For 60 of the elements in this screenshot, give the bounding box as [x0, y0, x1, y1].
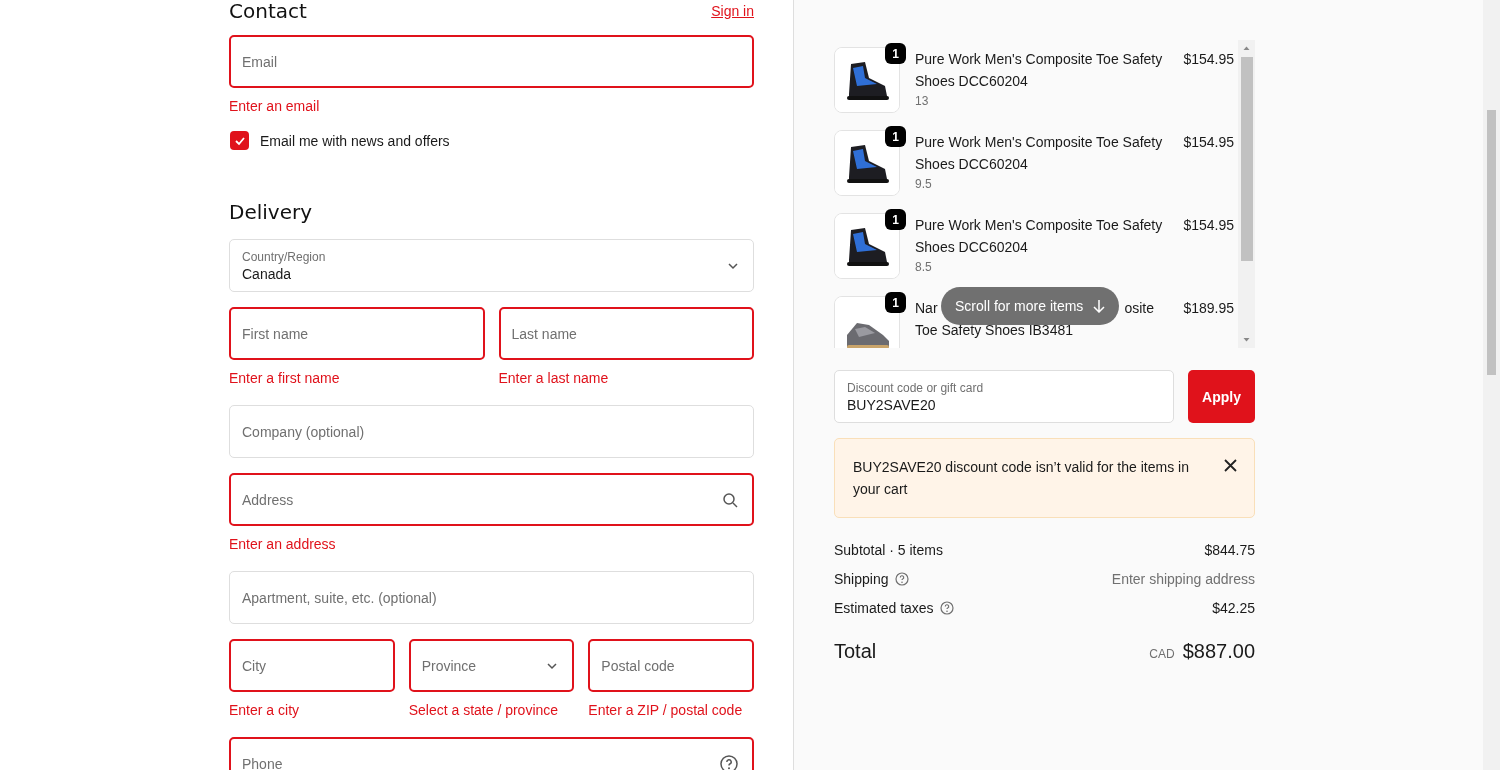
search-icon: [722, 491, 738, 508]
scroll-hint[interactable]: Scroll for more items: [941, 287, 1120, 325]
input-field[interactable]: Email: [229, 35, 754, 88]
summary-label: Shipping: [834, 570, 889, 588]
help-icon: [939, 601, 954, 615]
dropdown-field[interactable]: Province: [408, 639, 575, 692]
quantity-badge: 1: [885, 292, 906, 313]
summary-label: Subtotal · 5 items: [834, 541, 943, 559]
section-heading: Contact: [229, 0, 307, 25]
variant-label: 8.5: [915, 259, 933, 276]
error-message: Enter an email: [229, 98, 321, 114]
error-message: Enter a city: [229, 702, 301, 718]
item-price: $154.95: [1183, 216, 1234, 235]
input-field[interactable]: City: [229, 639, 395, 692]
error-message: Select a state / province: [408, 702, 560, 718]
summary-value: $42.25: [1212, 599, 1255, 617]
quantity-badge: 1: [885, 126, 906, 147]
total-value: $887.00: [1182, 640, 1255, 662]
summary-label: Estimated taxes: [834, 599, 934, 617]
input-field[interactable]: Last name: [498, 307, 754, 360]
item-price: $154.95: [1183, 133, 1234, 152]
input-field[interactable]: Postal code: [588, 639, 754, 692]
help-icon: [894, 572, 909, 586]
warning-message: BUY2SAVE20 discount code isn’t valid for the items in your cart: [853, 458, 1190, 499]
dropdown-field[interactable]: Country/Region Canada: [229, 239, 754, 292]
sign-in-link[interactable]: Sign in: [711, 3, 754, 19]
discount-field[interactable]: Discount code or gift card BUY2SAVE20: [834, 370, 1174, 423]
error-message: Enter a ZIP / postal code: [588, 702, 744, 718]
variant-label: 9.5: [915, 176, 933, 193]
error-message: Enter an address: [229, 536, 337, 552]
checkbox-label: Email me with news and offers: [260, 132, 450, 149]
summary-value: $844.75: [1204, 541, 1255, 559]
currency-code: CAD: [1149, 647, 1175, 661]
item-price: $189.95: [1183, 299, 1234, 318]
total-label: Total: [834, 640, 877, 663]
quantity-badge: 1: [885, 43, 906, 64]
page-scrollbar[interactable]: [1483, 0, 1500, 770]
summary-value: Enter shipping address: [1111, 570, 1255, 588]
product-title: Nar: [915, 299, 938, 318]
close-button[interactable]: [1224, 459, 1237, 472]
product-title: osite: [1124, 299, 1154, 318]
apply-button[interactable]: Apply: [1188, 370, 1255, 423]
product-title: Pure Work Men's Composite Toe Safety Shoes DCC60204: [915, 216, 1164, 257]
variant-label: 13: [915, 93, 930, 110]
section-heading: Delivery: [229, 199, 314, 226]
error-message: Enter a last name: [498, 370, 610, 386]
error-message: Enter a first name: [229, 370, 341, 386]
input-field[interactable]: First name: [229, 307, 485, 360]
product-title: Pure Work Men's Composite Toe Safety Shoes DCC60204: [915, 50, 1164, 91]
scrollbar[interactable]: [1238, 40, 1255, 348]
input-field[interactable]: Apartment, suite, etc. (optional): [229, 571, 754, 624]
input-field[interactable]: Address: [229, 473, 754, 526]
quantity-badge: 1: [885, 209, 906, 230]
checkbox[interactable]: [230, 131, 249, 150]
input-field[interactable]: Company (optional): [229, 405, 754, 458]
arrow-down-icon: [1093, 299, 1106, 313]
product-title: Pure Work Men's Composite Toe Safety Shoes DCC60204: [915, 133, 1164, 174]
input-field[interactable]: Phone: [229, 737, 754, 770]
item-price: $154.95: [1183, 50, 1234, 69]
help-icon: [720, 754, 738, 770]
